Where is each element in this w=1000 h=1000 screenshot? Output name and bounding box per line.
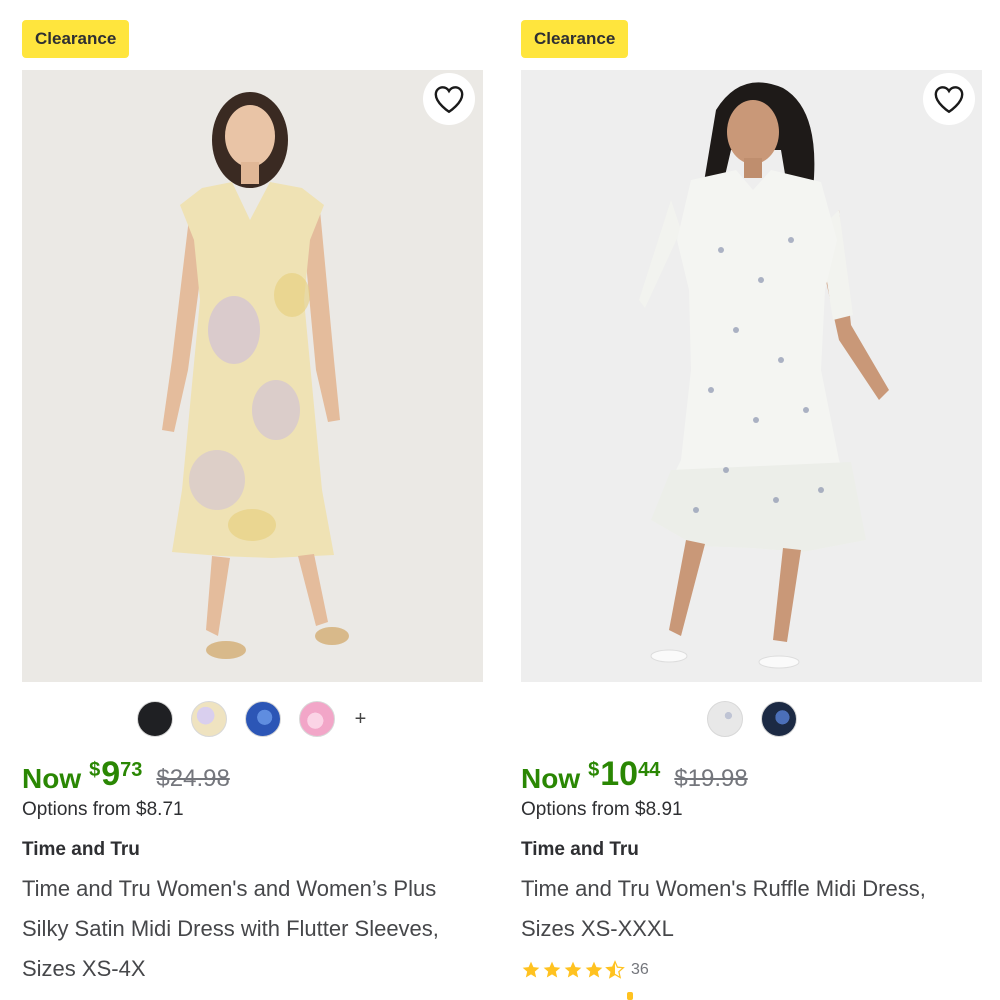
star-full-icon: [564, 961, 582, 978]
currency-symbol: $: [89, 759, 101, 781]
star-full-icon: [585, 961, 603, 978]
product-title-link[interactable]: Time and Tru Women's and Women’s Plus Si…: [22, 869, 483, 989]
now-label: Now: [521, 763, 581, 794]
was-price: $19.98: [674, 765, 748, 792]
product-image[interactable]: [521, 70, 982, 682]
was-price: $24.98: [156, 765, 230, 792]
options-from-text: Options from $8.91: [521, 799, 683, 820]
dress-photo-illustration: [521, 70, 982, 682]
favorite-button[interactable]: [423, 73, 475, 125]
product-card[interactable]: Clearance: [22, 0, 483, 1000]
clearance-badge: Clearance: [521, 20, 629, 58]
swatch-yellow-floral[interactable]: [190, 701, 227, 737]
price-row: Now $ 9 73 $24.98: [22, 757, 230, 797]
star-rating: [521, 960, 625, 980]
product-title-link[interactable]: Time and Tru Women's Ruffle Midi Dress, …: [521, 869, 982, 949]
clearance-badge: Clearance: [22, 20, 130, 58]
color-swatches: [521, 701, 982, 737]
more-colors-button[interactable]: +: [353, 708, 369, 731]
brand-name: Time and Tru: [22, 839, 140, 860]
price-whole: 9: [101, 755, 121, 793]
price-cents: 44: [638, 759, 661, 781]
favorite-button[interactable]: [923, 73, 975, 125]
product-card[interactable]: Clearance: [521, 0, 982, 1000]
review-count: 36: [631, 961, 649, 978]
swatch-white-floral[interactable]: [706, 701, 743, 737]
swatch-black[interactable]: [136, 701, 173, 737]
now-label: Now: [22, 763, 82, 794]
product-image[interactable]: [22, 70, 483, 682]
heart-icon: [934, 86, 964, 114]
star-full-icon: [522, 961, 540, 978]
swatch-navy-floral[interactable]: [760, 701, 797, 737]
currency-symbol: $: [588, 759, 600, 781]
star-half-icon: [605, 960, 625, 979]
swatch-pink-print[interactable]: [298, 701, 335, 737]
options-from-text: Options from $8.71: [22, 799, 184, 820]
swatch-blue-print[interactable]: [244, 701, 281, 737]
star-full-icon: [543, 961, 561, 978]
rating-row[interactable]: 36: [521, 960, 649, 980]
brand-name: Time and Tru: [521, 839, 639, 860]
price-whole: 10: [600, 755, 639, 793]
price-row: Now $ 10 44 $19.98: [521, 757, 748, 797]
price-cents: 73: [120, 759, 143, 781]
heart-icon: [434, 86, 464, 114]
dress-photo-illustration: [22, 70, 483, 682]
color-swatches: +: [22, 701, 483, 737]
partial-badge-icon: [627, 992, 633, 1000]
